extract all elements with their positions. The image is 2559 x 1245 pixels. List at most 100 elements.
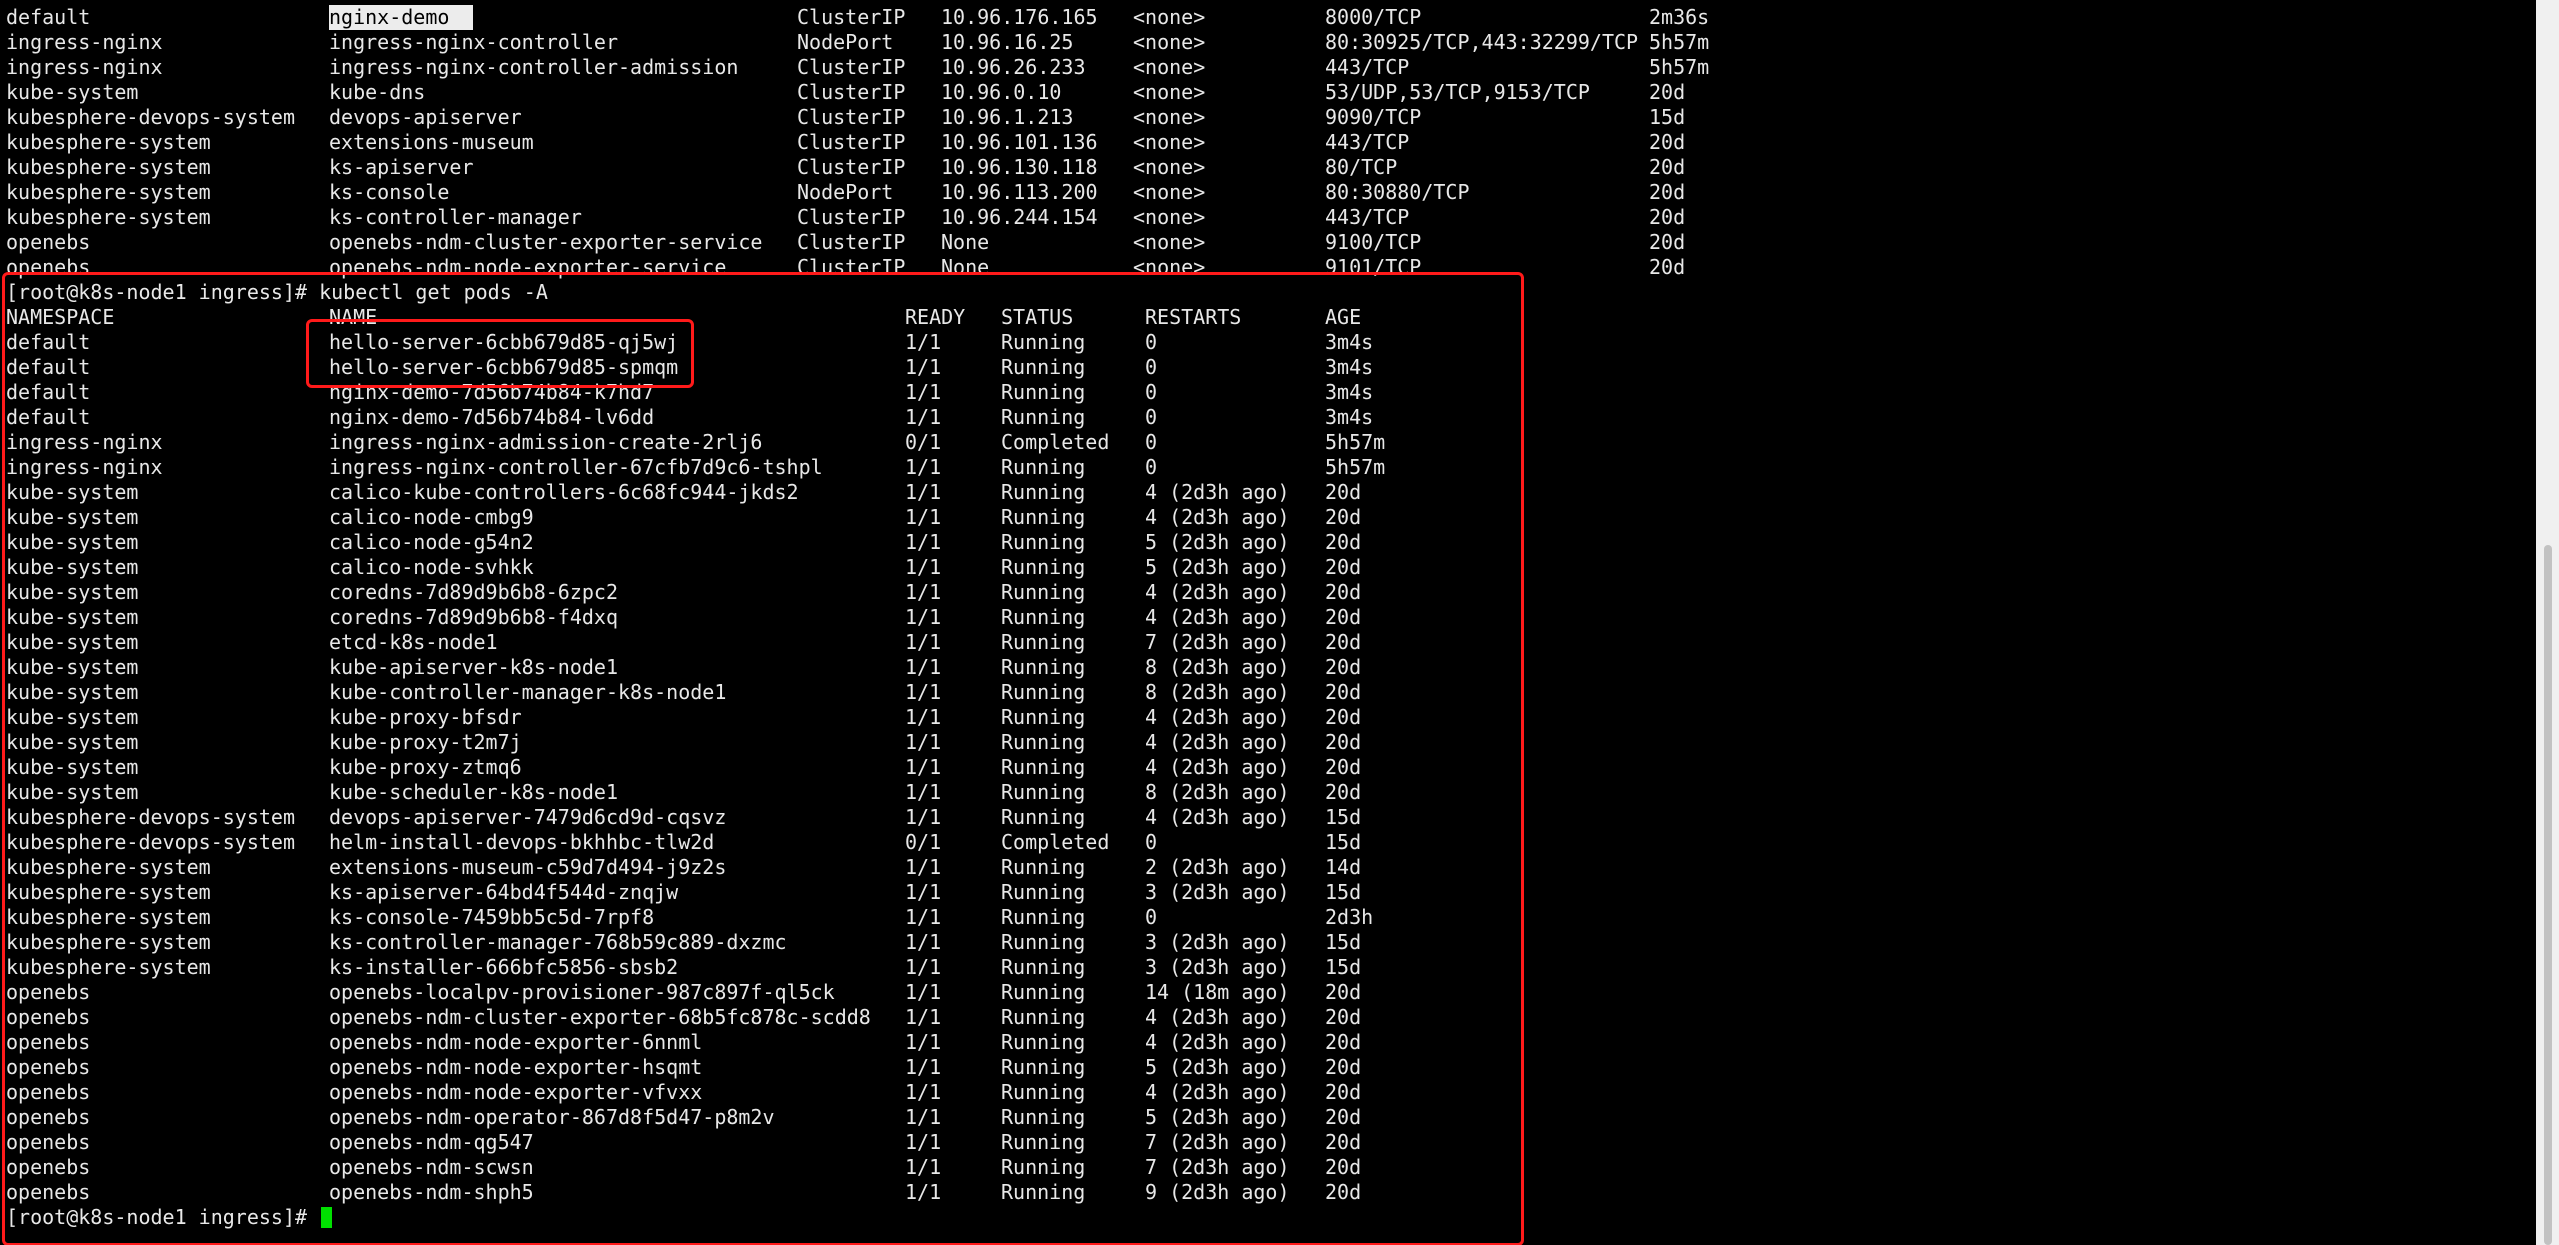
pod-ready: 1/1 [905, 630, 942, 654]
service-ports: 443/TCP [1325, 130, 1410, 154]
pod-age: 2d3h [1325, 905, 1374, 929]
service-type: ClusterIP [797, 130, 906, 154]
pod-row: openebs openebs-ndm-node-exporter-6nnml 1/… [0, 1030, 2536, 1055]
service-ports: 80/TCP [1325, 155, 1398, 179]
pod-status: Running [1001, 480, 1086, 504]
pod-status: Running [1001, 355, 1086, 379]
service-cluster-ip: 10.96.1.213 [941, 105, 1074, 129]
pod-restarts: 8 (2d3h ago) [1145, 680, 1290, 704]
pod-restarts: 4 (2d3h ago) [1145, 805, 1290, 829]
pod-age: 20d [1325, 655, 1362, 679]
pod-row: kube-system calico-node-g54n2 1/1 Running 5 … [0, 530, 2536, 555]
pod-ready: 1/1 [905, 355, 942, 379]
pod-age: 20d [1325, 730, 1362, 754]
pod-status: Running [1001, 1005, 1086, 1029]
pod-name: devops-apiserver-7479d6cd9d-cqsvz [329, 805, 727, 829]
service-age: 5h57m [1649, 55, 1710, 79]
service-namespace: kubesphere-system [6, 180, 211, 204]
pod-age: 20d [1325, 555, 1362, 579]
service-age: 15d [1649, 105, 1686, 129]
pod-row: default hello-server-6cbb679d85-qj5wj 1/1 R… [0, 330, 2536, 355]
service-cluster-ip: None [941, 230, 990, 254]
pod-age: 5h57m [1325, 430, 1386, 454]
pod-restarts: 0 [1145, 430, 1158, 454]
pod-status: Running [1001, 955, 1086, 979]
pod-namespace: kube-system [6, 680, 139, 704]
terminal-window[interactable]: default nginx-demo ClusterIP 10.96.176.165 <… [0, 0, 2536, 1245]
pod-namespace: kube-system [6, 580, 139, 604]
pod-restarts: 3 (2d3h ago) [1145, 955, 1290, 979]
service-ports: 443/TCP [1325, 205, 1410, 229]
pod-row: openebs openebs-ndm-scwsn 1/1 Running 7 (2d3… [0, 1155, 2536, 1180]
service-ports: 80:30880/TCP [1325, 180, 1470, 204]
pod-namespace: openebs [6, 1030, 91, 1054]
service-ports: 9090/TCP [1325, 105, 1422, 129]
service-name: openebs-ndm-cluster-exporter-service [329, 230, 763, 254]
pod-row: kube-system calico-node-cmbg9 1/1 Running 4 … [0, 505, 2536, 530]
column-header-namespace: NAMESPACE [6, 305, 115, 329]
service-name: extensions-museum [329, 130, 534, 154]
service-age: 20d [1649, 255, 1686, 279]
pod-age: 20d [1325, 580, 1362, 604]
pod-ready: 1/1 [905, 705, 942, 729]
vertical-scrollbar[interactable] [2536, 0, 2559, 1245]
pod-row: kube-system kube-scheduler-k8s-node1 1/1 Ru… [0, 780, 2536, 805]
pod-row: kubesphere-system ks-apiserver-64bd4f544d… [0, 880, 2536, 905]
pod-ready: 1/1 [905, 755, 942, 779]
pod-restarts: 4 (2d3h ago) [1145, 755, 1290, 779]
service-external-ip: <none> [1133, 205, 1206, 229]
scrollbar-thumb[interactable] [2544, 545, 2552, 1245]
pod-restarts: 4 (2d3h ago) [1145, 705, 1290, 729]
pod-restarts: 4 (2d3h ago) [1145, 580, 1290, 604]
pod-status: Running [1001, 1130, 1086, 1154]
service-ports: 53/UDP,53/TCP,9153/TCP [1325, 80, 1590, 104]
pod-age: 15d [1325, 830, 1362, 854]
pod-name: openebs-ndm-qg547 [329, 1130, 534, 1154]
pod-namespace: kubesphere-devops-system [6, 805, 295, 829]
pod-restarts: 0 [1145, 330, 1158, 354]
pod-restarts: 4 (2d3h ago) [1145, 1030, 1290, 1054]
pod-name: nginx-demo-7d56b74b84-lv6dd [329, 405, 655, 429]
pod-name: openebs-localpv-provisioner-987c897f-ql5… [329, 980, 835, 1004]
pod-age: 20d [1325, 755, 1362, 779]
service-namespace: openebs [6, 230, 91, 254]
pod-ready: 1/1 [905, 680, 942, 704]
service-name: nginx-demo [329, 5, 474, 30]
service-name: devops-apiserver [329, 105, 522, 129]
pod-ready: 1/1 [905, 330, 942, 354]
pod-name: hello-server-6cbb679d85-qj5wj [329, 330, 679, 354]
pod-restarts: 0 [1145, 830, 1158, 854]
pod-namespace: ingress-nginx [6, 455, 163, 479]
pod-ready: 1/1 [905, 1005, 942, 1029]
pod-age: 20d [1325, 1055, 1362, 1079]
pod-name: kube-proxy-t2m7j [329, 730, 522, 754]
pod-status: Running [1001, 905, 1086, 929]
pod-restarts: 4 (2d3h ago) [1145, 605, 1290, 629]
service-row: kubesphere-system ks-controller-manager Cl… [0, 205, 2536, 230]
pod-ready: 1/1 [905, 605, 942, 629]
pod-status: Running [1001, 1080, 1086, 1104]
service-row: kubesphere-system extensions-museum Cluste… [0, 130, 2536, 155]
pod-ready: 1/1 [905, 1105, 942, 1129]
pod-row: openebs openebs-ndm-operator-867d8f5d47-p… [0, 1105, 2536, 1130]
pod-status: Running [1001, 1155, 1086, 1179]
pod-age: 15d [1325, 955, 1362, 979]
pod-name: calico-node-cmbg9 [329, 505, 534, 529]
pod-age: 20d [1325, 605, 1362, 629]
service-age: 20d [1649, 80, 1686, 104]
pod-restarts: 5 (2d3h ago) [1145, 1055, 1290, 1079]
pod-name: coredns-7d89d9b6b8-f4dxq [329, 605, 618, 629]
pod-status: Running [1001, 605, 1086, 629]
service-type: ClusterIP [797, 105, 906, 129]
service-external-ip: <none> [1133, 180, 1206, 204]
active-prompt[interactable]: [root@k8s-node1 ingress]# [6, 1205, 333, 1230]
service-namespace: default [6, 5, 91, 29]
pod-namespace: openebs [6, 1080, 91, 1104]
pod-status: Running [1001, 380, 1086, 404]
pod-name: helm-install-devops-bkhhbc-tlw2d [329, 830, 715, 854]
pod-age: 15d [1325, 805, 1362, 829]
pod-ready: 1/1 [905, 930, 942, 954]
pod-name: openebs-ndm-cluster-exporter-68b5fc878c-… [329, 1005, 871, 1029]
service-cluster-ip: None [941, 255, 990, 279]
pod-age: 15d [1325, 880, 1362, 904]
